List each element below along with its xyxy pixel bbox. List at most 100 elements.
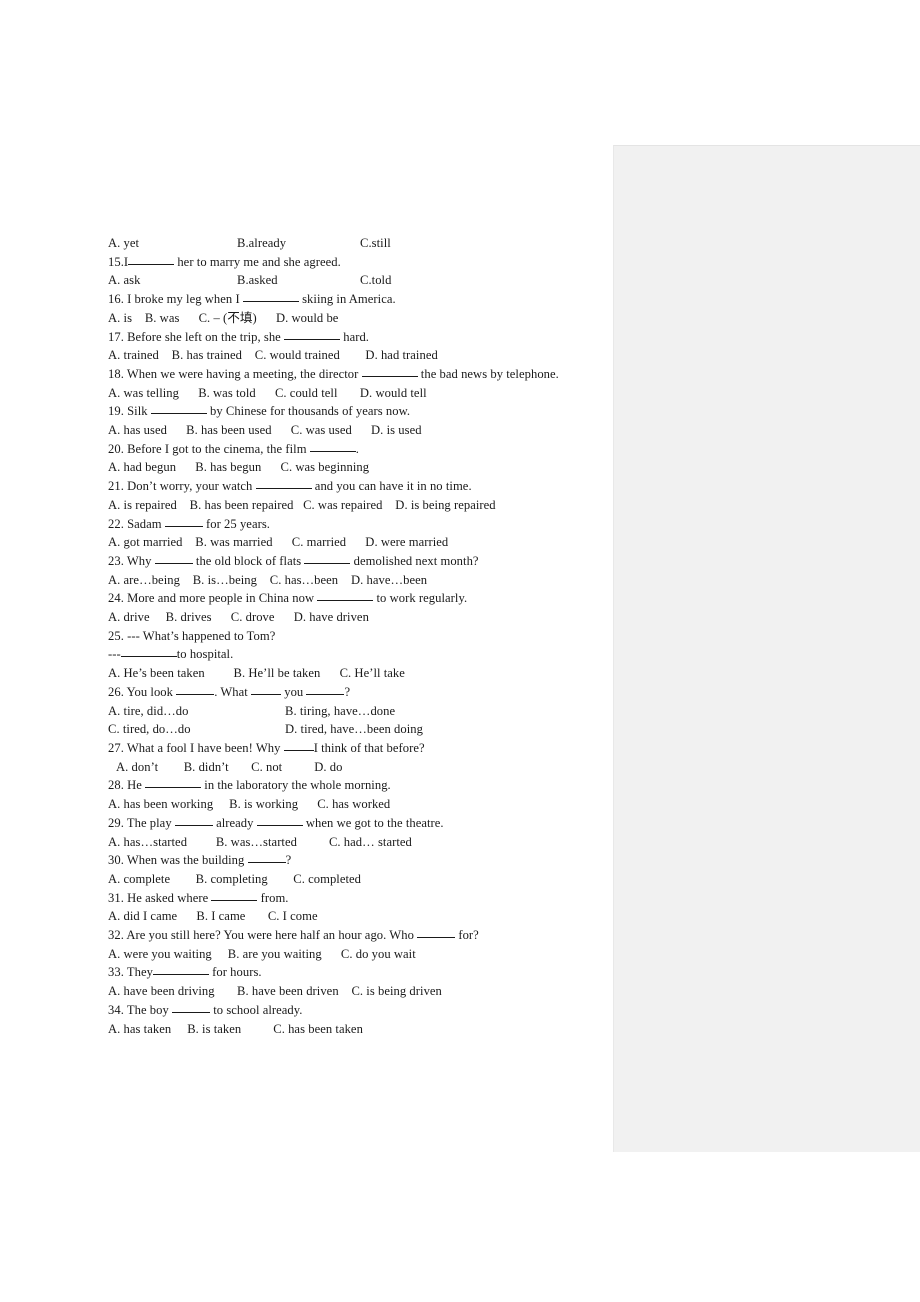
option-b: B.already bbox=[237, 236, 287, 250]
question-text-post: you bbox=[281, 684, 307, 699]
answer-blank[interactable] bbox=[172, 1001, 211, 1013]
option-a: A. tire, did…do bbox=[108, 703, 189, 718]
question-line-25: 25. --- What’s happened to Tom? bbox=[108, 628, 276, 643]
question-line-25-answer: --- to hospital. bbox=[108, 645, 578, 664]
answer-blank[interactable] bbox=[211, 889, 258, 901]
worksheet-text-column: A. yet B.already C.still 15.I her to marry… bbox=[108, 234, 578, 1038]
option-b: B. tiring, have…done bbox=[285, 703, 396, 718]
answer-blank[interactable] bbox=[361, 365, 418, 377]
answer-blank[interactable] bbox=[417, 926, 456, 939]
answer-blank[interactable] bbox=[255, 477, 312, 490]
question-line-24: 24. More and more people in China now to… bbox=[108, 589, 578, 608]
answer-blank[interactable] bbox=[247, 851, 286, 864]
answer-blank[interactable] bbox=[256, 814, 303, 826]
answer-blank[interactable] bbox=[120, 645, 177, 658]
question-text-pre: 31. He asked where bbox=[108, 890, 212, 905]
answer-blank[interactable] bbox=[152, 963, 209, 976]
options-line: A. got married B. was married C. married… bbox=[108, 535, 449, 550]
question-line-33: 33. They for hours. bbox=[108, 963, 578, 982]
question-text-post: demolished next month? bbox=[350, 553, 479, 568]
answer-blank[interactable] bbox=[176, 683, 215, 695]
question-text-pre: 17. Before she left on the trip, she bbox=[108, 329, 285, 344]
options-line: A. is repaired B. has been repaired C. w… bbox=[108, 497, 496, 512]
answer-blank[interactable] bbox=[309, 440, 356, 452]
question-line-22: 22. Sadam for 25 years. bbox=[108, 515, 578, 534]
question-line-23: 23. Why the old block of flats demolishe… bbox=[108, 552, 578, 571]
options-line: A. was telling B. was told C. could tell… bbox=[108, 385, 427, 400]
question-text-post: . bbox=[355, 441, 359, 456]
answer-blank[interactable] bbox=[284, 328, 341, 340]
question-line-29: 29. The play already when we got to the … bbox=[108, 814, 578, 833]
dialogue-dash: --- bbox=[108, 647, 121, 662]
question-line-16: 16. I broke my leg when I skiing in Amer… bbox=[108, 290, 578, 309]
options-line: A. had begun B. has begun C. was beginni… bbox=[108, 460, 370, 475]
answer-blank[interactable] bbox=[145, 776, 202, 789]
options-line: A. has…started B. was…started C. had… st… bbox=[108, 834, 412, 849]
answer-blank[interactable] bbox=[150, 402, 207, 415]
options-line: A. has been working B. is working C. has… bbox=[108, 797, 391, 812]
question-text-pre: 28. He bbox=[108, 778, 146, 793]
answer-blank[interactable] bbox=[154, 552, 193, 564]
options-line: A. has taken B. is taken C. has been tak… bbox=[108, 1021, 363, 1036]
question-text-post: the bad news by telephone. bbox=[417, 366, 559, 381]
question-line-31: 31. He asked where from. bbox=[108, 889, 578, 908]
question-text-post: ? bbox=[285, 853, 292, 868]
question-text-post: skiing in America. bbox=[298, 292, 396, 307]
options-line: A. don’t B. didn’t C. not D. do bbox=[116, 759, 343, 774]
question-text-pre: 16. I broke my leg when I bbox=[108, 292, 243, 307]
question-text-pre: 32. Are you still here? You were here ha… bbox=[108, 928, 418, 943]
question-text-pre: 20. Before I got to the cinema, the film bbox=[108, 441, 310, 456]
answer-blank[interactable] bbox=[306, 683, 345, 695]
question-text-pre: 26. You look bbox=[108, 684, 177, 699]
answer-blank[interactable] bbox=[164, 515, 203, 527]
question-text-mid: already bbox=[212, 815, 257, 830]
question-text-post: I think of that before? bbox=[313, 740, 425, 755]
question-text-post: and you can have it in no time. bbox=[311, 479, 472, 494]
question-text-post: hard. bbox=[340, 329, 370, 344]
question-text-post: when we got to the theatre. bbox=[302, 815, 444, 830]
question-line-26: 26. You look . What you ? bbox=[108, 683, 578, 702]
question-line-34: 34. The boy to school already. bbox=[108, 1001, 578, 1020]
question-line-15: 15.I her to marry me and she agreed. bbox=[108, 253, 578, 272]
options-line: A. have been driving B. have been driven… bbox=[108, 984, 442, 999]
page-side-panel bbox=[613, 145, 920, 1152]
question-text-post: to hospital. bbox=[176, 647, 234, 662]
option-a: A. ask bbox=[108, 273, 141, 288]
question-text-pre: 29. The play bbox=[108, 815, 175, 830]
answer-blank[interactable] bbox=[128, 253, 175, 265]
question-line-32: 32. Are you still here? You were here ha… bbox=[108, 926, 578, 945]
answer-blank[interactable] bbox=[242, 290, 299, 303]
question-text-pre: 23. Why bbox=[108, 553, 155, 568]
question-text-post: for 25 years. bbox=[202, 516, 270, 531]
question-text-pre: 15.I bbox=[108, 254, 129, 269]
options-line: A. has used B. has been used C. was used… bbox=[108, 423, 422, 438]
question-line-21: 21. Don’t worry, your watch and you can … bbox=[108, 477, 578, 496]
question-line-19: 19. Silk by Chinese for thousands of yea… bbox=[108, 402, 578, 421]
answer-blank[interactable] bbox=[283, 739, 314, 751]
options-line: A. tire, did…do B. tiring, have…done bbox=[108, 702, 578, 721]
question-text-pre: 18. When we were having a meeting, the d… bbox=[108, 366, 362, 381]
question-text-pre: 22. Sadam bbox=[108, 516, 165, 531]
question-text-pre: 27. What a fool I have been! Why bbox=[108, 740, 284, 755]
question-text-post: in the laboratory the whole morning. bbox=[201, 778, 391, 793]
options-line: A. is B. was C. – (不填) D. would be bbox=[108, 310, 339, 325]
question-text-pre: 34. The boy bbox=[108, 1002, 173, 1017]
options-line: A. trained B. has trained C. would train… bbox=[108, 348, 438, 363]
question-line-17: 17. Before she left on the trip, she har… bbox=[108, 328, 578, 347]
question-text-mid: . What bbox=[214, 684, 252, 699]
answer-blank[interactable] bbox=[317, 589, 374, 602]
question-text-post: to school already. bbox=[210, 1002, 303, 1017]
options-line: A. were you waiting B. are you waiting C… bbox=[108, 946, 416, 961]
question-text-pre: 33. They bbox=[108, 965, 153, 980]
question-text-tail: ? bbox=[344, 684, 351, 699]
options-line: A. drive B. drives C. drove D. have driv… bbox=[108, 610, 369, 625]
answer-blank[interactable] bbox=[304, 552, 351, 564]
question-text-post: from. bbox=[257, 890, 289, 905]
option-b: B.asked bbox=[237, 273, 278, 288]
option-d: D. tired, have…been doing bbox=[285, 722, 423, 737]
options-line: A. ask B.asked C.told bbox=[108, 271, 578, 290]
options-line: A. yet B.already C.still bbox=[108, 234, 578, 253]
answer-blank[interactable] bbox=[174, 814, 213, 826]
answer-blank[interactable] bbox=[251, 683, 282, 695]
options-line: A. complete B. completing C. completed bbox=[108, 871, 362, 886]
